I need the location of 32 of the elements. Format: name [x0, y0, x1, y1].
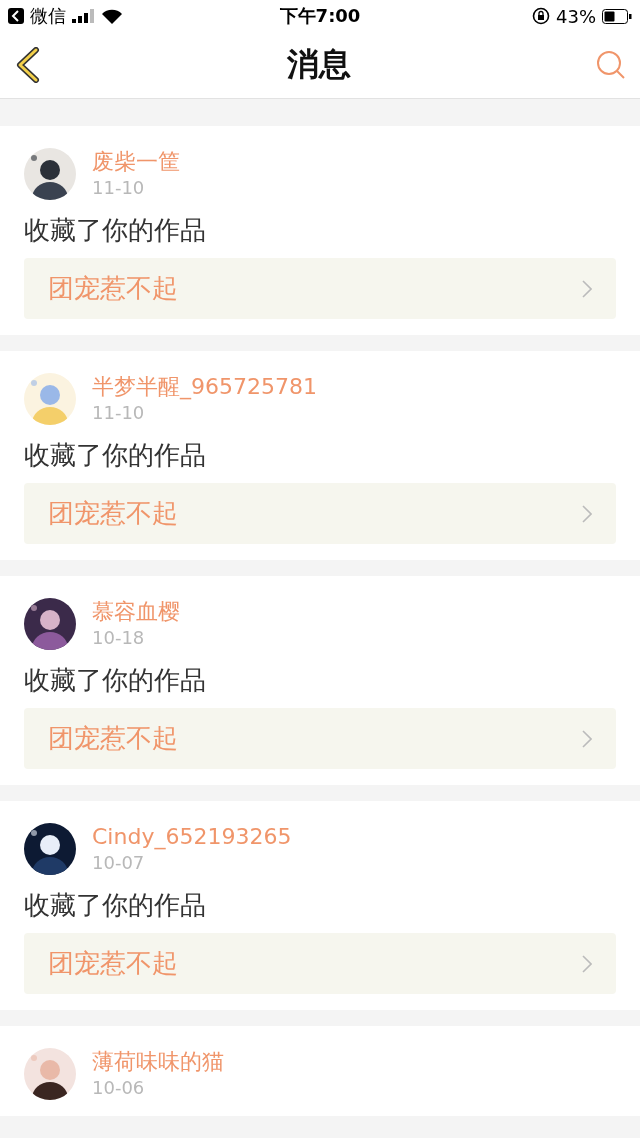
user-name[interactable]: Cindy_652193265 — [92, 823, 292, 851]
status-time: 下午7:00 — [278, 4, 362, 28]
battery-icon — [602, 8, 632, 24]
message-date: 10-06 — [92, 1076, 146, 1100]
message-text: 收藏了你的作品 — [24, 664, 207, 697]
back-icon[interactable] — [14, 47, 42, 83]
back-app-label[interactable]: 微信 — [30, 4, 66, 28]
chevron-right-icon — [582, 504, 592, 523]
chevron-right-icon — [582, 279, 592, 298]
message-text: 收藏了你的作品 — [24, 889, 207, 922]
chevron-right-icon — [582, 729, 592, 748]
back-icon[interactable] — [8, 8, 24, 24]
rotation-lock-icon — [532, 7, 550, 25]
message-date: 10-18 — [92, 626, 146, 650]
battery-percent: 43% — [556, 5, 596, 27]
wifi-icon — [102, 8, 122, 24]
work-link[interactable]: 团宠惹不起 — [24, 483, 616, 544]
chevron-right-icon — [582, 954, 592, 973]
page-title: 消息 — [287, 44, 351, 85]
signal-icon — [72, 9, 96, 23]
message-date: 11-10 — [92, 401, 146, 425]
user-name[interactable]: 半梦半醒_965725781 — [92, 373, 317, 401]
work-link[interactable]: 团宠惹不起 — [24, 708, 616, 769]
message-date: 11-10 — [92, 176, 146, 200]
user-name[interactable]: 薄荷味味的猫 — [92, 1048, 224, 1076]
user-name[interactable]: 废柴一筐 — [92, 148, 180, 176]
message-text: 收藏了你的作品 — [24, 439, 207, 472]
work-link[interactable]: 团宠惹不起 — [24, 258, 616, 319]
message-date: 10-07 — [92, 851, 146, 875]
work-link[interactable]: 团宠惹不起 — [24, 933, 616, 994]
user-name[interactable]: 慕容血樱 — [92, 598, 180, 626]
message-text: 收藏了你的作品 — [24, 214, 207, 247]
